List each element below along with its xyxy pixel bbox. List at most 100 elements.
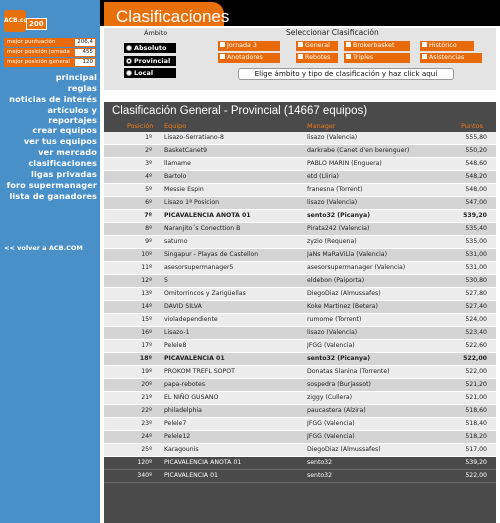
menu-item-reglas[interactable]: reglas	[0, 83, 97, 94]
cell-manager[interactable]: lisazo (Valencia)	[307, 197, 439, 209]
cell-team[interactable]: saturno	[164, 236, 306, 248]
cell-team[interactable]: violadependiente	[164, 314, 306, 326]
clasif-asistencias-option[interactable]: Asistencias	[420, 53, 482, 63]
clasif-brokerbasket-option[interactable]: Brokerbasket	[344, 41, 410, 51]
table-row[interactable]: 17º Pelele8 JFGG (Valencia) 522,60	[104, 340, 496, 353]
cell-manager[interactable]: JaNs MaRaViLla (Valencia)	[307, 249, 439, 261]
cell-manager[interactable]: ziggy (Cullera)	[307, 392, 439, 404]
table-row[interactable]: 5º Messie Espin franesna (Torrent) 548,00	[104, 184, 496, 197]
table-row[interactable]: 24º Pelele12 JFGG (Valencia) 518,20	[104, 431, 496, 444]
cell-team[interactable]: Lisazo-1	[164, 327, 306, 339]
cell-team[interactable]: Pelele7	[164, 418, 306, 430]
cell-team[interactable]: Omitorrincos y Zarigüellas	[164, 288, 306, 300]
cell-team[interactable]: DAVID SILVA	[164, 301, 306, 313]
table-row[interactable]: 3º llamame PABLO MARIN (Enguera) 548,60	[104, 158, 496, 171]
clasif-rebotes-option[interactable]: Rebotes	[296, 53, 338, 63]
menu-item-noticias[interactable]: noticias de interés	[0, 94, 97, 105]
cell-team[interactable]: PICAVALENCIA ANOTA 01	[164, 210, 306, 222]
ambito-local-option[interactable]: Local	[124, 68, 176, 78]
menu-item-ganadores[interactable]: lista de ganadores	[0, 191, 97, 202]
cell-team[interactable]: Pelele12	[164, 431, 306, 443]
cell-manager[interactable]: DiegoDiaz (Almussafes)	[307, 288, 439, 300]
table-row[interactable]: 120º PICAVALENCIA ANOTA 01 sento32 539,20	[104, 457, 496, 470]
cell-team[interactable]: llamame	[164, 158, 306, 170]
supermanager-logo[interactable]: ACB.com 200	[4, 6, 48, 32]
cell-team[interactable]: PICAVALENCIA 01	[164, 470, 306, 482]
cell-manager[interactable]: sento32 (Picanya)	[307, 210, 439, 222]
cell-manager[interactable]: JFGG (Valencia)	[307, 418, 439, 430]
clasif-general-option[interactable]: General	[296, 41, 338, 51]
cell-team[interactable]: Bartolo	[164, 171, 306, 183]
cell-team[interactable]: Naranjito´s Conecttion B	[164, 223, 306, 235]
table-row[interactable]: 19º PROKOM TREFL SOPOT Donatas Slanina (To…	[104, 366, 496, 379]
cell-manager[interactable]: rumome (Torrent)	[307, 314, 439, 326]
clasif-triples-option[interactable]: Triples	[344, 53, 410, 63]
clasif-jornada-option[interactable]: Jornada 3	[218, 41, 280, 51]
cell-team[interactable]: Lisazo 1ª Posicion	[164, 197, 306, 209]
table-row[interactable]: 15º violadependiente rumome (Torrent) 524,0…	[104, 314, 496, 327]
clasif-historico-option[interactable]: Histórico	[420, 41, 474, 51]
table-row[interactable]: 2º BasketCanet9 darkrabe (Canet d'en beren…	[104, 145, 496, 158]
cell-team[interactable]: PROKOM TREFL SOPOT	[164, 366, 306, 378]
cell-manager[interactable]: paucastera (Alzira)	[307, 405, 439, 417]
cell-team[interactable]: BasketCanet9	[164, 145, 306, 157]
table-row[interactable]: 6º Lisazo 1ª Posicion lisazo (Valencia) 547…	[104, 197, 496, 210]
cell-team[interactable]: papa-rebotes	[164, 379, 306, 391]
cell-manager[interactable]: sento32 (Picanya)	[307, 353, 439, 365]
cell-team[interactable]: Messie Espin	[164, 184, 306, 196]
menu-item-ver-mercado[interactable]: ver mercado	[0, 147, 97, 158]
menu-item-foro[interactable]: foro supermanager	[0, 180, 97, 191]
table-row[interactable]: 20º papa-rebotes sospedra (Burjassot) 521,2…	[104, 379, 496, 392]
cell-manager[interactable]: Koke Martinez (Betera)	[307, 301, 439, 313]
cell-manager[interactable]: Donatas Slanina (Torrente)	[307, 366, 439, 378]
cell-team[interactable]: EL NIÑO GUSANO	[164, 392, 306, 404]
cell-manager[interactable]: lisazo (Valencia)	[307, 327, 439, 339]
cell-team[interactable]: PICAVALENCIA 01	[164, 353, 306, 365]
menu-item-ver-equipos[interactable]: ver tus equipos	[0, 136, 97, 147]
table-row[interactable]: 23º Pelele7 JFGG (Valencia) 518,40	[104, 418, 496, 431]
table-row[interactable]: 22º philadelphia paucastera (Alzira) 518,60	[104, 405, 496, 418]
table-row[interactable]: 340º PICAVALENCIA 01 sento32 522,00	[104, 470, 496, 483]
cell-manager[interactable]: etd (Lliria)	[307, 171, 439, 183]
table-row[interactable]: 7º PICAVALENCIA ANOTA 01 sento32 (Picanya)…	[104, 210, 496, 223]
menu-item-crear-equipos[interactable]: crear equipos	[0, 125, 97, 136]
cell-manager[interactable]: darkrabe (Canet d'en berenguer)	[307, 145, 439, 157]
cell-manager[interactable]: Pirata242 (Valencia)	[307, 223, 439, 235]
cell-team[interactable]: Singapur - Playas de Castellon	[164, 249, 306, 261]
cell-team[interactable]: asesorsupermanager5	[164, 262, 306, 274]
cell-manager[interactable]: sento32	[307, 457, 439, 469]
menu-item-articulos[interactable]: artículos y reportajes	[0, 105, 97, 125]
cell-manager[interactable]: franesna (Torrent)	[307, 184, 439, 196]
cell-manager[interactable]: zyzio (Requena)	[307, 236, 439, 248]
cell-manager[interactable]: eldebon (Paiporta)	[307, 275, 439, 287]
cell-manager[interactable]: PABLO MARIN (Enguera)	[307, 158, 439, 170]
table-row[interactable]: 9º saturno zyzio (Requena) 535,00	[104, 236, 496, 249]
back-to-acb-link[interactable]: << volver a ACB.COM	[4, 244, 83, 252]
table-row[interactable]: 14º DAVID SILVA Koke Martinez (Betera) 527,…	[104, 301, 496, 314]
table-row[interactable]: 21º EL NIÑO GUSANO ziggy (Cullera) 521,00	[104, 392, 496, 405]
cell-manager[interactable]: sospedra (Burjassot)	[307, 379, 439, 391]
submit-filter-button[interactable]: Elige ámbito y tipo de clasificación y h…	[238, 68, 454, 80]
table-row[interactable]: 13º Omitorrincos y Zarigüellas DiegoDiaz (…	[104, 288, 496, 301]
cell-manager[interactable]: DiegoDiaz (Almussafes)	[307, 444, 439, 456]
cell-manager[interactable]: asesorsupermanager (Valencia)	[307, 262, 439, 274]
table-row[interactable]: 4º Bartolo etd (Lliria) 548,20	[104, 171, 496, 184]
menu-item-principal[interactable]: principal	[0, 72, 97, 83]
cell-team[interactable]: Pelele8	[164, 340, 306, 352]
table-row[interactable]: 18º PICAVALENCIA 01 sento32 (Picanya) 522,0…	[104, 353, 496, 366]
cell-team[interactable]: 5	[164, 275, 306, 287]
cell-team[interactable]: philadelphia	[164, 405, 306, 417]
table-row[interactable]: 10º Singapur - Playas de Castellon JaNs Ma…	[104, 249, 496, 262]
table-row[interactable]: 11º asesorsupermanager5 asesorsupermanager…	[104, 262, 496, 275]
ambito-provincial-option[interactable]: Provincial	[124, 56, 176, 66]
cell-team[interactable]: PICAVALENCIA ANOTA 01	[164, 457, 306, 469]
cell-team[interactable]: Karagounis	[164, 444, 306, 456]
cell-manager[interactable]: sento32	[307, 470, 439, 482]
table-row[interactable]: 25º Karagounis DiegoDiaz (Almussafes) 517,0…	[104, 444, 496, 457]
menu-item-ligas-privadas[interactable]: ligas privadas	[0, 169, 97, 180]
table-row[interactable]: 12º 5 eldebon (Paiporta) 530,80	[104, 275, 496, 288]
table-row[interactable]: 1º Lisazo-Serratiano-8 lisazo (Valencia) 55…	[104, 132, 496, 145]
table-row[interactable]: 16º Lisazo-1 lisazo (Valencia) 523,40	[104, 327, 496, 340]
cell-team[interactable]: Lisazo-Serratiano-8	[164, 132, 306, 144]
table-row[interactable]: 8º Naranjito´s Conecttion B Pirata242 (Val…	[104, 223, 496, 236]
